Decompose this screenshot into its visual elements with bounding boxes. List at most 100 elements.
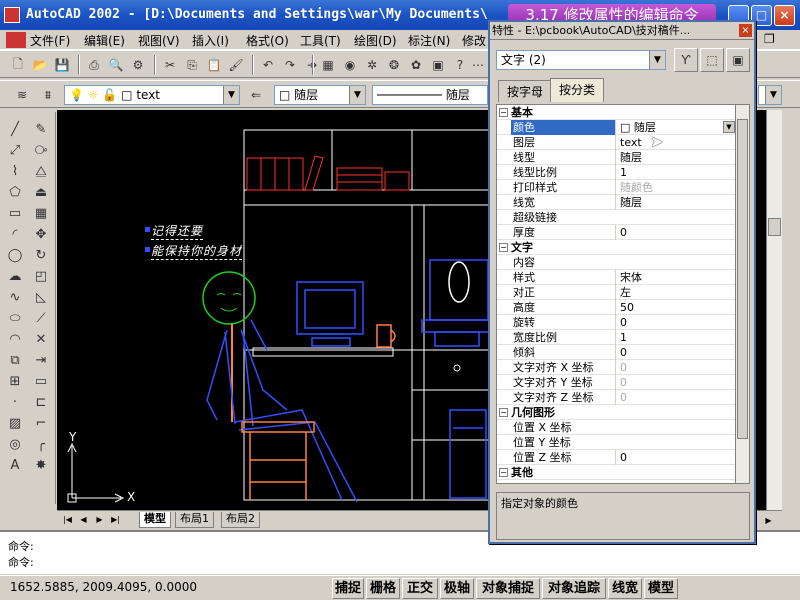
property-row[interactable]: 厚度 0 xyxy=(497,225,735,240)
new-icon[interactable]: 🗋 xyxy=(8,55,28,75)
close-button[interactable]: × xyxy=(774,5,795,26)
rotate-icon[interactable]: ↻ xyxy=(30,244,52,266)
copy-icon[interactable]: ⎘ xyxy=(182,55,202,75)
extend-icon[interactable]: ⇥ xyxy=(30,349,52,371)
property-row[interactable]: 高度 50 xyxy=(497,300,735,315)
help-icon[interactable]: ? xyxy=(450,55,470,75)
tab-categorized[interactable]: 按分类 xyxy=(550,78,605,102)
menu-tools[interactable]: 工具(T) xyxy=(300,32,341,49)
property-value[interactable]: 0 xyxy=(615,360,735,375)
array-icon[interactable]: ▦ xyxy=(30,202,52,224)
menu-view[interactable]: 视图(V) xyxy=(138,32,180,49)
property-row[interactable]: 超级链接 xyxy=(497,210,735,225)
property-category[interactable]: − 基本 xyxy=(497,105,735,120)
property-row[interactable]: 文字对齐 Y 坐标 0 xyxy=(497,375,735,390)
offset-icon[interactable]: ⏏ xyxy=(30,181,52,203)
region-icon[interactable]: ◎ xyxy=(4,433,26,455)
save-icon[interactable]: 💾 xyxy=(52,55,72,75)
erase-icon[interactable]: ✎ xyxy=(30,118,52,140)
property-category[interactable]: − 其他 xyxy=(497,465,735,480)
arc-icon[interactable]: ◜ xyxy=(4,223,26,245)
make-object-layer-current-icon[interactable]: ⩩ xyxy=(38,85,58,105)
quick-select-icon[interactable]: ▣ xyxy=(726,48,750,72)
tool-palette-icon[interactable]: ✲ xyxy=(362,55,382,75)
spline-icon[interactable]: ∿ xyxy=(4,286,26,308)
property-value[interactable]: 宋体 xyxy=(615,270,735,285)
menu-insert[interactable]: 插入(I) xyxy=(192,32,229,49)
properties-title-bar[interactable]: 特性 - E:\pcbook\AutoCAD\技对稿件... × xyxy=(490,22,754,40)
prev-tab-icon[interactable]: ◀ xyxy=(77,513,90,526)
property-row[interactable]: 位置 Z 坐标 0 xyxy=(497,450,735,465)
rectangle-icon[interactable]: ▭ xyxy=(4,202,26,224)
property-value[interactable]: 随层 xyxy=(615,150,735,165)
property-row[interactable]: 线型 随层 xyxy=(497,150,735,165)
property-row[interactable]: 对正 左 xyxy=(497,285,735,300)
polygon-icon[interactable]: ⬠ xyxy=(4,181,26,203)
property-value[interactable]: 0 xyxy=(615,390,735,405)
property-grid-scrollbar[interactable] xyxy=(736,104,750,484)
scale-icon[interactable]: ◰ xyxy=(30,265,52,287)
move-icon[interactable]: ✥ xyxy=(30,223,52,245)
chamfer-icon[interactable]: ⌐ xyxy=(30,412,52,434)
menu-dimension[interactable]: 标注(N) xyxy=(408,32,450,49)
markup-icon[interactable]: ✿ xyxy=(406,55,426,75)
cut-icon[interactable]: ✂ xyxy=(160,55,180,75)
redo-icon[interactable]: ↷ xyxy=(280,55,300,75)
print-preview-icon[interactable]: 🔍 xyxy=(106,55,126,75)
toolbar-more-icon[interactable]: ⋯ xyxy=(468,55,488,75)
property-row[interactable]: 颜色 □ 随层 ▼ xyxy=(497,120,735,135)
undo-icon[interactable]: ↶ xyxy=(258,55,278,75)
select-objects-icon[interactable]: ⬚ xyxy=(700,48,724,72)
property-row[interactable]: 打印样式 随颜色 xyxy=(497,180,735,195)
mirror-icon[interactable]: ⧋ xyxy=(30,160,52,182)
property-value[interactable]: 0 xyxy=(615,225,735,240)
linetype-combo[interactable]: ───────── 随层 xyxy=(372,85,488,105)
calculator-icon[interactable]: ▣ xyxy=(428,55,448,75)
menu-format[interactable]: 格式(O) xyxy=(246,32,289,49)
property-value[interactable]: 1 xyxy=(615,165,735,180)
property-value[interactable]: 左 xyxy=(615,285,735,300)
coordinate-readout[interactable]: 1652.5885, 2009.4095, 0.0000 xyxy=(10,580,197,594)
menu-modify[interactable]: 修改 xyxy=(462,32,486,49)
break-at-point-icon[interactable]: ⊏ xyxy=(30,391,52,413)
make-block-icon[interactable]: ⊞ xyxy=(4,370,26,392)
property-row[interactable]: 文字对齐 X 坐标 0 xyxy=(497,360,735,375)
doc-restore-icon[interactable]: ❐ xyxy=(764,32,775,46)
property-value[interactable]: 0 xyxy=(615,375,735,390)
properties-close-icon[interactable]: × xyxy=(739,24,752,37)
lengthen-icon[interactable]: ⟋ xyxy=(30,307,52,329)
hscroll-right-icon[interactable]: ▶ xyxy=(762,514,775,527)
property-row[interactable]: 文字对齐 Z 坐标 0 xyxy=(497,390,735,405)
property-category[interactable]: − 文字 xyxy=(497,240,735,255)
chevron-down-icon[interactable]: ▼ xyxy=(723,121,735,133)
property-row[interactable]: 宽度比例 1 xyxy=(497,330,735,345)
selection-combo[interactable]: 文字 (2) ▼ xyxy=(496,50,666,70)
property-value[interactable]: 50 xyxy=(615,300,735,315)
grid-toggle[interactable]: 栅格 xyxy=(366,578,400,599)
properties-icon[interactable]: ▦ xyxy=(318,55,338,75)
property-category[interactable]: − 几何图形 xyxy=(497,405,735,420)
property-row[interactable]: 线型比例 1 xyxy=(497,165,735,180)
property-row[interactable]: 位置 Y 坐标 xyxy=(497,435,735,450)
insert-block-icon[interactable]: ⧉ xyxy=(4,349,26,371)
point-icon[interactable]: · xyxy=(4,391,26,413)
document-icon[interactable] xyxy=(6,32,26,48)
osnap-toggle[interactable]: 对象捕捉 xyxy=(476,578,540,599)
layer-previous-icon[interactable]: ⇐ xyxy=(246,85,266,105)
tab-layout2[interactable]: 布局2 xyxy=(221,512,260,528)
publish-icon[interactable]: ⚙ xyxy=(128,55,148,75)
circle-icon[interactable]: ◯ xyxy=(4,244,26,266)
pickadd-toggle-icon[interactable]: Ƴ xyxy=(674,48,698,72)
copy-object-icon[interactable]: ⧂ xyxy=(30,139,52,161)
fillet-icon[interactable]: ╭ xyxy=(30,433,52,455)
note-text-line1[interactable]: 记得还要 xyxy=(151,222,204,240)
property-row[interactable]: 线宽 随层 xyxy=(497,195,735,210)
color-combo[interactable]: □ 随层 ▼ xyxy=(274,85,366,105)
paste-icon[interactable]: 📋 xyxy=(204,55,224,75)
polar-toggle[interactable]: 极轴 xyxy=(440,578,474,599)
model-toggle[interactable]: 模型 xyxy=(644,578,678,599)
autocad-app-icon[interactable] xyxy=(4,7,20,23)
scrollbar-thumb[interactable] xyxy=(737,119,748,439)
match-properties-icon[interactable]: 🖌 xyxy=(226,55,246,75)
otrack-toggle[interactable]: 对象追踪 xyxy=(542,578,606,599)
